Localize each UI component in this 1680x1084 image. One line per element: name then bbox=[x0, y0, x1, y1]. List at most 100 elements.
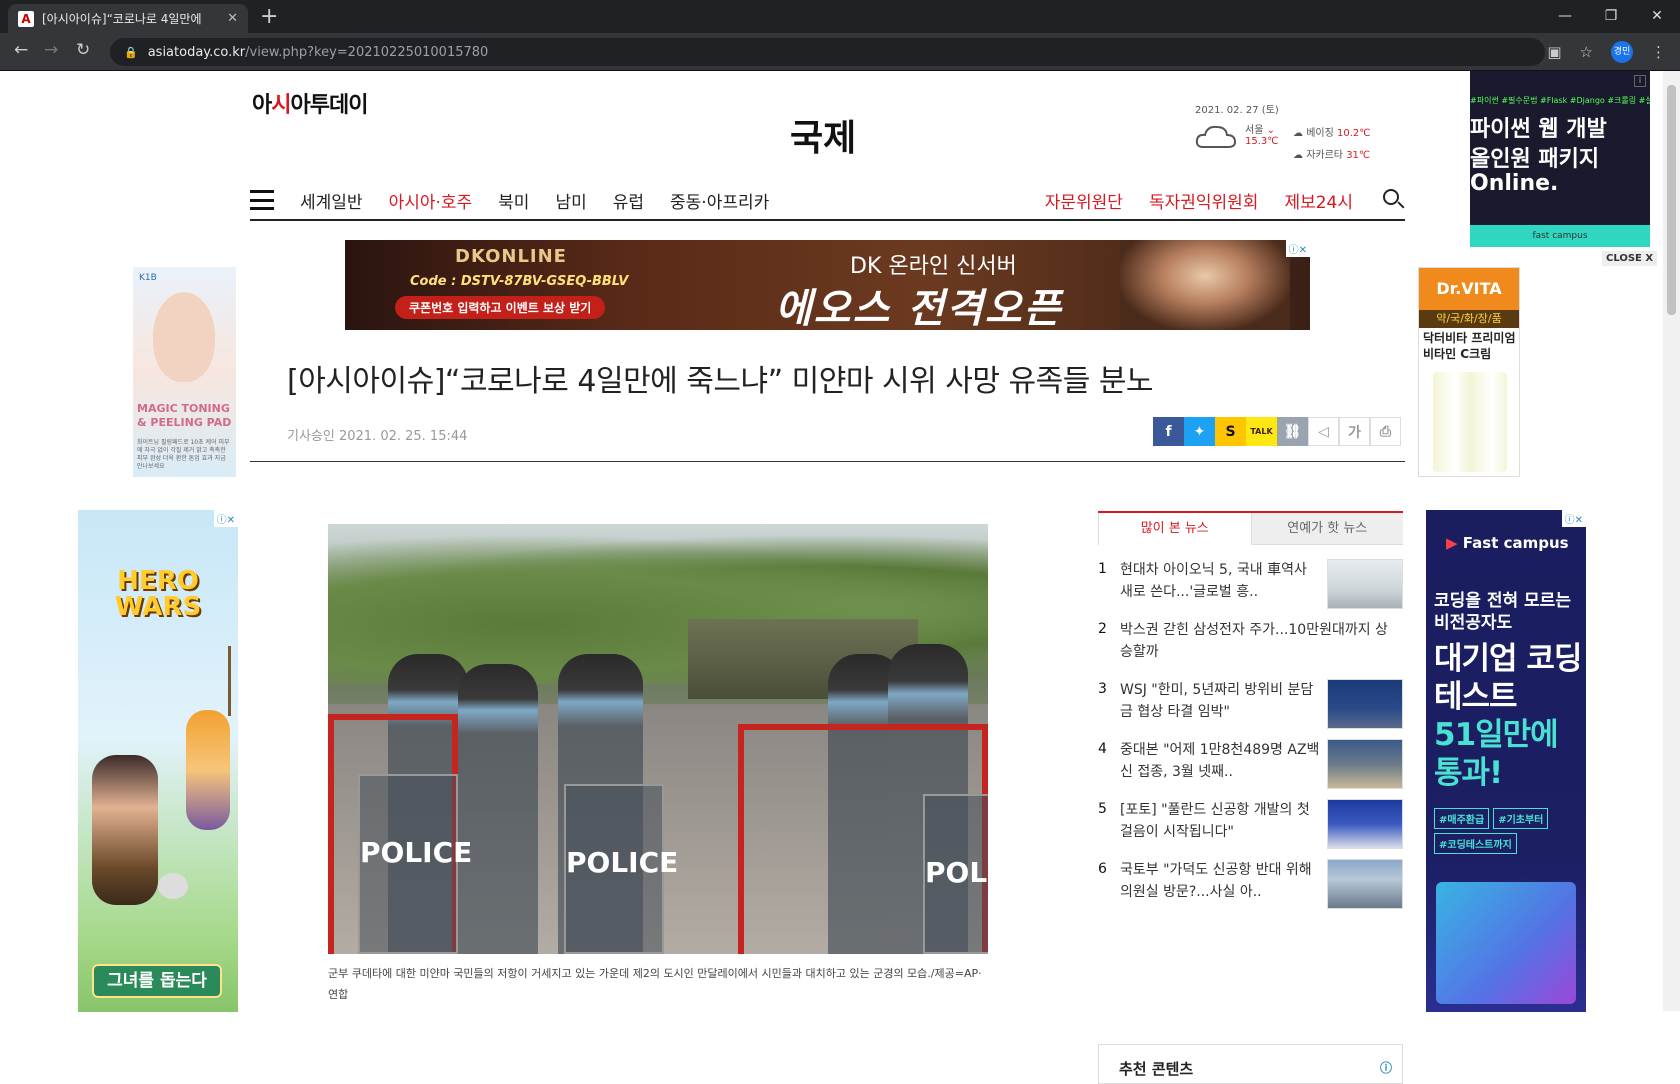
url-text: asiatoday.co.kr/view.php?key=20210225010… bbox=[147, 44, 489, 60]
ad-code: Code : DSTV-87BV-GSEQ-BBLV bbox=[410, 274, 629, 289]
list-item[interactable]: 4 중대본 "어제 1만8천489명 AZ백신 접종, 3월 넷째.. bbox=[1098, 739, 1403, 799]
adchoices-icon[interactable]: ⓘ✕ bbox=[213, 510, 238, 527]
list-item[interactable]: 6 국토부 "가덕도 신공항 반대 위해 의원실 방문?...사실 아.. bbox=[1098, 859, 1403, 919]
top-banner-ad[interactable]: DKONLINE Code : DSTV-87BV-GSEQ-BBLV 쿠폰번호… bbox=[345, 240, 1310, 330]
weather-others: ☁ 베이징 10.2℃ ☁ 자카르타 31℃ bbox=[1293, 128, 1371, 161]
news-thumbnail[interactable] bbox=[1327, 559, 1403, 609]
ad-tags: #파이썬 #필수문법 #Flask #Django #크롤링 #실전프 bbox=[1470, 96, 1650, 105]
right-fastcampus-ad[interactable]: ⓘ✕ ▶ Fast campus 코딩을 전혀 모르는 비전공자도 대기업 코딩… bbox=[1426, 510, 1586, 1012]
article-headline: [아시아이슈]“코로나로 4일만에 죽느냐” 미얀마 시위 사망 유족들 분노 bbox=[287, 364, 1154, 399]
adchoices-icon[interactable]: ⓘ✕ bbox=[1285, 240, 1310, 257]
ad-brand: K1B bbox=[139, 273, 157, 283]
window-controls: — ❐ ✕ bbox=[1542, 0, 1680, 32]
nav-reader-rights[interactable]: 독자권익위원회 bbox=[1149, 188, 1258, 213]
speaker-icon[interactable]: ◁ bbox=[1308, 417, 1339, 446]
twitter-icon[interactable]: ✦ bbox=[1184, 417, 1215, 446]
favicon-icon: A bbox=[18, 10, 34, 27]
nav-item-mideast-africa[interactable]: 중동·아프리카 bbox=[670, 188, 769, 213]
facebook-icon[interactable]: f bbox=[1153, 417, 1184, 446]
reload-icon[interactable]: ↻ bbox=[76, 40, 90, 60]
browser-tab-strip: A [아시아이슈]“코로나로 4일만에 ✕ + — ❐ ✕ bbox=[0, 0, 1680, 33]
article-photo[interactable]: POLICE POLICE POLICE bbox=[328, 524, 988, 954]
cast-icon[interactable]: ▣ bbox=[1547, 43, 1561, 61]
web-page: 아시아투데이 국제 2021. 02. 27 (토) 서울 ⌄ 15.3℃ ☁ 베… bbox=[0, 71, 1663, 1084]
profile-avatar[interactable]: 경민 bbox=[1611, 41, 1633, 63]
site-logo[interactable]: 아시아투데이 bbox=[252, 87, 368, 119]
print-icon[interactable]: ⎙ bbox=[1370, 417, 1401, 446]
photo-caption: 군부 쿠데타에 대한 미얀마 국민들의 저항이 거세지고 있는 가운데 제2의 … bbox=[328, 967, 982, 1001]
divider bbox=[250, 461, 1405, 462]
list-item[interactable]: 2 박스권 갇힌 삼성전자 주가...10만원대까지 상승할까 bbox=[1098, 619, 1403, 679]
cloud-icon bbox=[1195, 125, 1237, 148]
nav-item-world[interactable]: 세계일반 bbox=[300, 188, 363, 213]
news-thumbnail[interactable] bbox=[1327, 679, 1403, 729]
nav-item-north-america[interactable]: 북미 bbox=[498, 188, 529, 213]
police-shield: POLICE bbox=[358, 774, 472, 954]
left-skincare-ad[interactable]: K1B MAGIC TONING & PEELING PAD 화이트닝 필링패드… bbox=[133, 267, 236, 477]
browser-tab[interactable]: A [아시아이슈]“코로나로 4일만에 ✕ bbox=[8, 4, 248, 33]
menu-kebab-icon[interactable]: ⋮ bbox=[1651, 43, 1666, 61]
weather-city[interactable]: 서울 bbox=[1245, 125, 1263, 136]
police-shield: POLICE bbox=[564, 784, 678, 954]
ad-footer: fast campus bbox=[1470, 225, 1650, 247]
nav-item-europe[interactable]: 유럽 bbox=[613, 188, 644, 213]
list-item[interactable]: 3 WSJ "한미, 5년짜리 방위비 분담금 협상 타결 임박" bbox=[1098, 679, 1403, 739]
font-size-icon[interactable]: 가 bbox=[1339, 417, 1370, 446]
nav-advisory[interactable]: 자문위원단 bbox=[1045, 188, 1123, 213]
news-thumbnail[interactable] bbox=[1327, 739, 1403, 789]
nav-item-asia[interactable]: 아시아·호주 bbox=[389, 188, 473, 213]
news-thumbnail[interactable] bbox=[1327, 859, 1403, 909]
new-tab-button[interactable]: + bbox=[260, 4, 278, 30]
tab-most-viewed[interactable]: 많이 본 뉴스 bbox=[1098, 513, 1252, 545]
close-tab-icon[interactable]: ✕ bbox=[227, 11, 238, 26]
list-item[interactable]: 1 현대차 아이오닉 5, 국내 車역사 새로 쓴다...'글로벌 흥.. bbox=[1098, 559, 1403, 619]
minimize-button[interactable]: — bbox=[1542, 0, 1588, 32]
weather-widget: 2021. 02. 27 (토) 서울 ⌄ 15.3℃ ☁ 베이징 10.2℃ ☁… bbox=[1195, 101, 1370, 161]
section-title: 국제 bbox=[790, 118, 857, 159]
nav-tip-24[interactable]: 제보24시 bbox=[1284, 188, 1353, 213]
hamburger-icon[interactable] bbox=[250, 190, 274, 210]
cloud-small-icon: ☁ bbox=[1293, 150, 1303, 161]
bookmark-star-icon[interactable]: ☆ bbox=[1580, 43, 1593, 61]
news-thumbnail[interactable] bbox=[1327, 799, 1403, 849]
back-icon[interactable]: ← bbox=[14, 40, 28, 60]
left-game-ad[interactable]: ⓘ✕ HERO WARS 그녀를 돕는다 bbox=[78, 510, 238, 1012]
tab-entertainment[interactable]: 연예가 핫 뉴스 bbox=[1251, 513, 1403, 545]
link-icon[interactable]: ⛓ bbox=[1277, 417, 1308, 446]
ad-character-image bbox=[186, 710, 230, 830]
ad-line: 파이썬 웹 개발 bbox=[1470, 117, 1607, 142]
ad-title: MAGIC TONING & PEELING PAD bbox=[137, 402, 232, 429]
chevron-down-icon[interactable]: ⌄ bbox=[1267, 125, 1275, 136]
ad-line: Online. bbox=[1470, 171, 1559, 196]
ad-model-image bbox=[153, 292, 215, 382]
cloud-small-icon: ☁ bbox=[1293, 128, 1303, 139]
ad-cta-button[interactable]: 그녀를 돕는다 bbox=[92, 964, 222, 998]
adchoices-icon[interactable]: ⓘ✕ bbox=[1561, 510, 1586, 527]
nav-item-south-america[interactable]: 남미 bbox=[555, 188, 586, 213]
sidebar-tabs: 많이 본 뉴스 연예가 핫 뉴스 bbox=[1098, 511, 1403, 545]
scrollbar-thumb[interactable] bbox=[1667, 85, 1676, 315]
right-vitamin-ad[interactable]: Dr.VITA 약/국/화/장/품 닥터비타 프리미엄 비타민 C크림 bbox=[1418, 267, 1520, 477]
info-icon[interactable]: ⓘ bbox=[1380, 1059, 1392, 1076]
ad-brand: Dr.VITA bbox=[1419, 268, 1519, 310]
close-window-button[interactable]: ✕ bbox=[1634, 0, 1680, 32]
search-icon[interactable] bbox=[1383, 189, 1405, 211]
page-scrollbar[interactable] bbox=[1663, 71, 1680, 1011]
maximize-button[interactable]: ❐ bbox=[1588, 0, 1634, 32]
address-bar[interactable]: 🔒 asiatoday.co.kr/view.php?key=202102250… bbox=[110, 38, 1545, 66]
ad-headline: 에오스 전격오픈 bbox=[775, 286, 1063, 330]
kakao-talk-icon[interactable]: TALK bbox=[1246, 417, 1277, 446]
ad-illustration bbox=[1436, 882, 1576, 1004]
list-item[interactable]: 5 [포토] "풀란드 신공항 개발의 첫 걸음이 시작됩니다" bbox=[1098, 799, 1403, 859]
most-viewed-list: 1 현대차 아이오닉 5, 국내 車역사 새로 쓴다...'글로벌 흥.. 2 … bbox=[1098, 559, 1403, 919]
close-ad-button[interactable]: CLOSE X bbox=[1602, 251, 1658, 266]
ad-tags: #매주환급 #기초부터 #코딩테스트까지 bbox=[1434, 808, 1584, 854]
ad-info-icon[interactable]: i bbox=[1634, 75, 1646, 87]
ad-character-image bbox=[92, 755, 158, 905]
ad-headline: 대기업 코딩테스트 51일만에 통과! bbox=[1434, 641, 1582, 791]
forward-icon[interactable]: → bbox=[44, 40, 58, 60]
floating-ad[interactable]: i #파이썬 #필수문법 #Flask #Django #크롤링 #실전프 파이… bbox=[1470, 71, 1650, 247]
lock-icon[interactable]: 🔒 bbox=[124, 46, 138, 59]
kakao-story-icon[interactable]: S bbox=[1215, 417, 1246, 446]
ad-coupon-button[interactable]: 쿠폰번호 입력하고 이벤트 보상 받기 bbox=[395, 296, 606, 319]
